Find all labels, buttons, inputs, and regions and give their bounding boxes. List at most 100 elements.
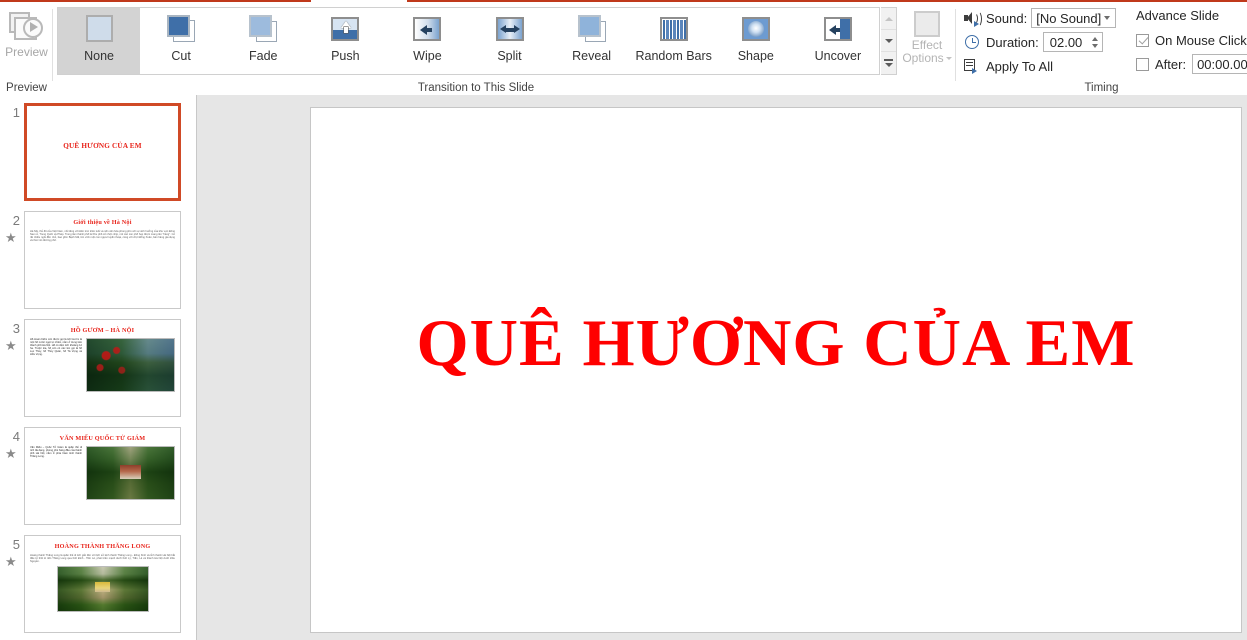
thumbnail-number: 2	[12, 213, 20, 228]
transition-item-label: None	[84, 49, 114, 63]
transition-item-reveal[interactable]: Reveal	[551, 8, 633, 74]
slide-title-textbox[interactable]: QUÊ HƯƠNG CỦA EM	[311, 305, 1241, 381]
duration-input[interactable]: 02.00	[1042, 32, 1103, 52]
transition-item-split[interactable]: Split	[468, 8, 550, 74]
transition-item-label: Uncover	[814, 49, 862, 63]
transition-item-none[interactable]: None	[58, 8, 141, 74]
chevron-down-icon	[1104, 16, 1111, 20]
pane-splitter[interactable]	[196, 95, 205, 640]
sound-label: Sound:	[986, 10, 1028, 26]
transition-item-cut[interactable]: Cut	[140, 8, 222, 74]
transition-item-fade[interactable]: Fade	[222, 8, 304, 74]
ribbon-group-timing: Sound: [No Sound] Duration: 02.00 Apply …	[956, 4, 1247, 95]
animation-star-icon: ★	[5, 338, 17, 353]
stepper-down-icon[interactable]	[1092, 43, 1099, 48]
group-label-transition: Transition to This Slide	[417, 82, 535, 94]
sound-value: [No Sound]	[1036, 10, 1102, 26]
transition-fade-icon	[245, 14, 281, 46]
duration-stepper[interactable]	[1089, 33, 1102, 51]
after-time-input[interactable]: 00:00.00	[1192, 54, 1247, 74]
thumbnail-title: HỒ GƯƠM – HÀ NỘI	[70, 327, 135, 334]
thumbnail-title: QUÊ HƯƠNG CỦA EM	[63, 142, 142, 150]
animation-star-icon: ★	[5, 230, 17, 245]
transition-item-push[interactable]: Push	[304, 8, 386, 74]
transition-item-label: Reveal	[572, 49, 612, 63]
thumbnail-body: Hà Nội, thủ đô của Việt Nam, nổi tiếng v…	[30, 230, 175, 243]
transition-item-label: Shape	[737, 49, 774, 63]
preview-button-label: Preview	[5, 45, 48, 59]
thumbnail-number: 5	[12, 537, 20, 552]
transition-item-shape[interactable]: Shape	[715, 8, 797, 74]
transition-item-uncover[interactable]: Uncover	[797, 8, 879, 74]
gallery-more-icon	[884, 59, 893, 67]
gallery-scroll-buttons[interactable]	[881, 7, 897, 75]
duration-label: Duration:	[986, 34, 1039, 50]
stepper-up-icon[interactable]	[1092, 36, 1099, 41]
thumbnail-preview[interactable]: QUÊ HƯƠNG CỦA EM	[24, 103, 181, 201]
preview-play-icon	[8, 11, 46, 44]
on-mouse-click-checkbox[interactable]	[1136, 33, 1149, 47]
animation-star-icon: ★	[5, 554, 17, 569]
scroll-down-icon	[884, 38, 893, 43]
effect-options-label-line2-wrap: Options	[902, 52, 952, 65]
on-mouse-click-row[interactable]: On Mouse Click	[1136, 31, 1247, 49]
ribbon-group-transition: None Cut Fade Push Wipe Split Reveal Ran…	[54, 4, 898, 95]
apply-to-all-icon	[964, 58, 981, 74]
thumbnail-preview[interactable]: Giới thiệu về Hà Nội Hà Nội, thủ đô của …	[24, 211, 181, 309]
transition-item-label: Push	[331, 49, 360, 63]
transition-item-label: Wipe	[413, 49, 442, 63]
slide-thumbnail-pane[interactable]: 1 QUÊ HƯƠNG CỦA EM 2 ★ Giới thiệu về Hà …	[0, 95, 196, 640]
after-checkbox[interactable]	[1136, 57, 1149, 71]
gallery-scroll-down-button[interactable]	[881, 30, 896, 52]
transition-reveal-icon	[574, 14, 610, 46]
transition-item-wipe[interactable]: Wipe	[386, 8, 468, 74]
transition-uncover-icon	[820, 14, 856, 46]
thumbnail-number: 1	[12, 105, 20, 120]
thumbnail-preview[interactable]: VĂN MIẾU QUỐC TỬ GIÁM Văn Miếu – Quốc Tử…	[24, 427, 181, 525]
after-label: After:	[1155, 56, 1187, 72]
thumbnail-photo	[86, 446, 175, 500]
thumbnail-title: HOÀNG THÀNH THĂNG LONG	[54, 543, 151, 550]
transition-cut-icon	[163, 14, 199, 46]
effect-options-label-line2: Options	[902, 51, 944, 65]
transition-item-label: Cut	[171, 49, 191, 63]
after-row[interactable]: After: 00:00.00	[1136, 54, 1247, 74]
transition-item-label: Random Bars	[635, 49, 712, 63]
gallery-scroll-up-button[interactable]	[881, 8, 896, 30]
gallery-more-button[interactable]	[881, 52, 896, 74]
transition-push-icon	[327, 14, 363, 46]
slide-canvas[interactable]: QUÊ HƯƠNG CỦA EM	[310, 107, 1242, 633]
apply-to-all-label: Apply To All	[986, 58, 1053, 74]
transition-item-label: Split	[497, 49, 522, 63]
thumbnail-content: Văn Miếu – Quốc Tử Giám là quần thể di t…	[25, 446, 180, 500]
thumbnail-photo	[56, 566, 149, 613]
thumbnail-preview[interactable]: HỒ GƯƠM – HÀ NỘI Hồ Hoàn Kiếm còn được g…	[24, 319, 181, 417]
apply-to-all-button[interactable]: Apply To All	[964, 56, 1053, 76]
group-label-timing: Timing	[1084, 82, 1119, 94]
transition-item-label: Fade	[248, 49, 278, 63]
thumbnail-photo	[86, 338, 175, 392]
thumbnail-content: Hồ Hoàn Kiếm còn được gọi là Hồ Gươm là …	[25, 338, 180, 392]
after-value: 00:00.00	[1197, 56, 1247, 72]
thumbnail-preview[interactable]: HOÀNG THÀNH THĂNG LONG Hoàng thành Thăng…	[24, 535, 181, 633]
effect-options-icon	[914, 11, 940, 37]
duration-value: 02.00	[1049, 34, 1083, 50]
effect-options-button[interactable]: Effect Options	[902, 8, 952, 76]
thumbnail-body: Văn Miếu – Quốc Tử Giám là quần thể di t…	[30, 446, 82, 459]
active-tab-gap	[311, 0, 407, 2]
thumbnail-body: Hoàng thành Thăng Long là quần thể di tí…	[30, 554, 175, 564]
scroll-up-icon	[884, 16, 893, 21]
transition-item-random-bars[interactable]: Random Bars	[633, 8, 715, 74]
on-mouse-click-label: On Mouse Click	[1155, 32, 1247, 48]
speaker-icon	[964, 10, 982, 27]
ribbon-group-preview: Preview Preview	[0, 4, 53, 95]
transition-gallery[interactable]: None Cut Fade Push Wipe Split Reveal Ran…	[57, 7, 880, 75]
group-divider	[52, 9, 53, 81]
thumbnail-title: VĂN MIẾU QUỐC TỬ GIÁM	[59, 435, 146, 442]
animation-star-icon: ★	[5, 446, 17, 461]
transition-split-icon	[492, 14, 528, 46]
slide-editing-area[interactable]: QUÊ HƯƠNG CỦA EM	[205, 95, 1247, 640]
sound-dropdown[interactable]: [No Sound]	[1031, 8, 1117, 28]
preview-button[interactable]: Preview	[3, 7, 50, 75]
ribbon: Preview Preview None Cut Fade Push Wipe …	[0, 0, 1247, 96]
